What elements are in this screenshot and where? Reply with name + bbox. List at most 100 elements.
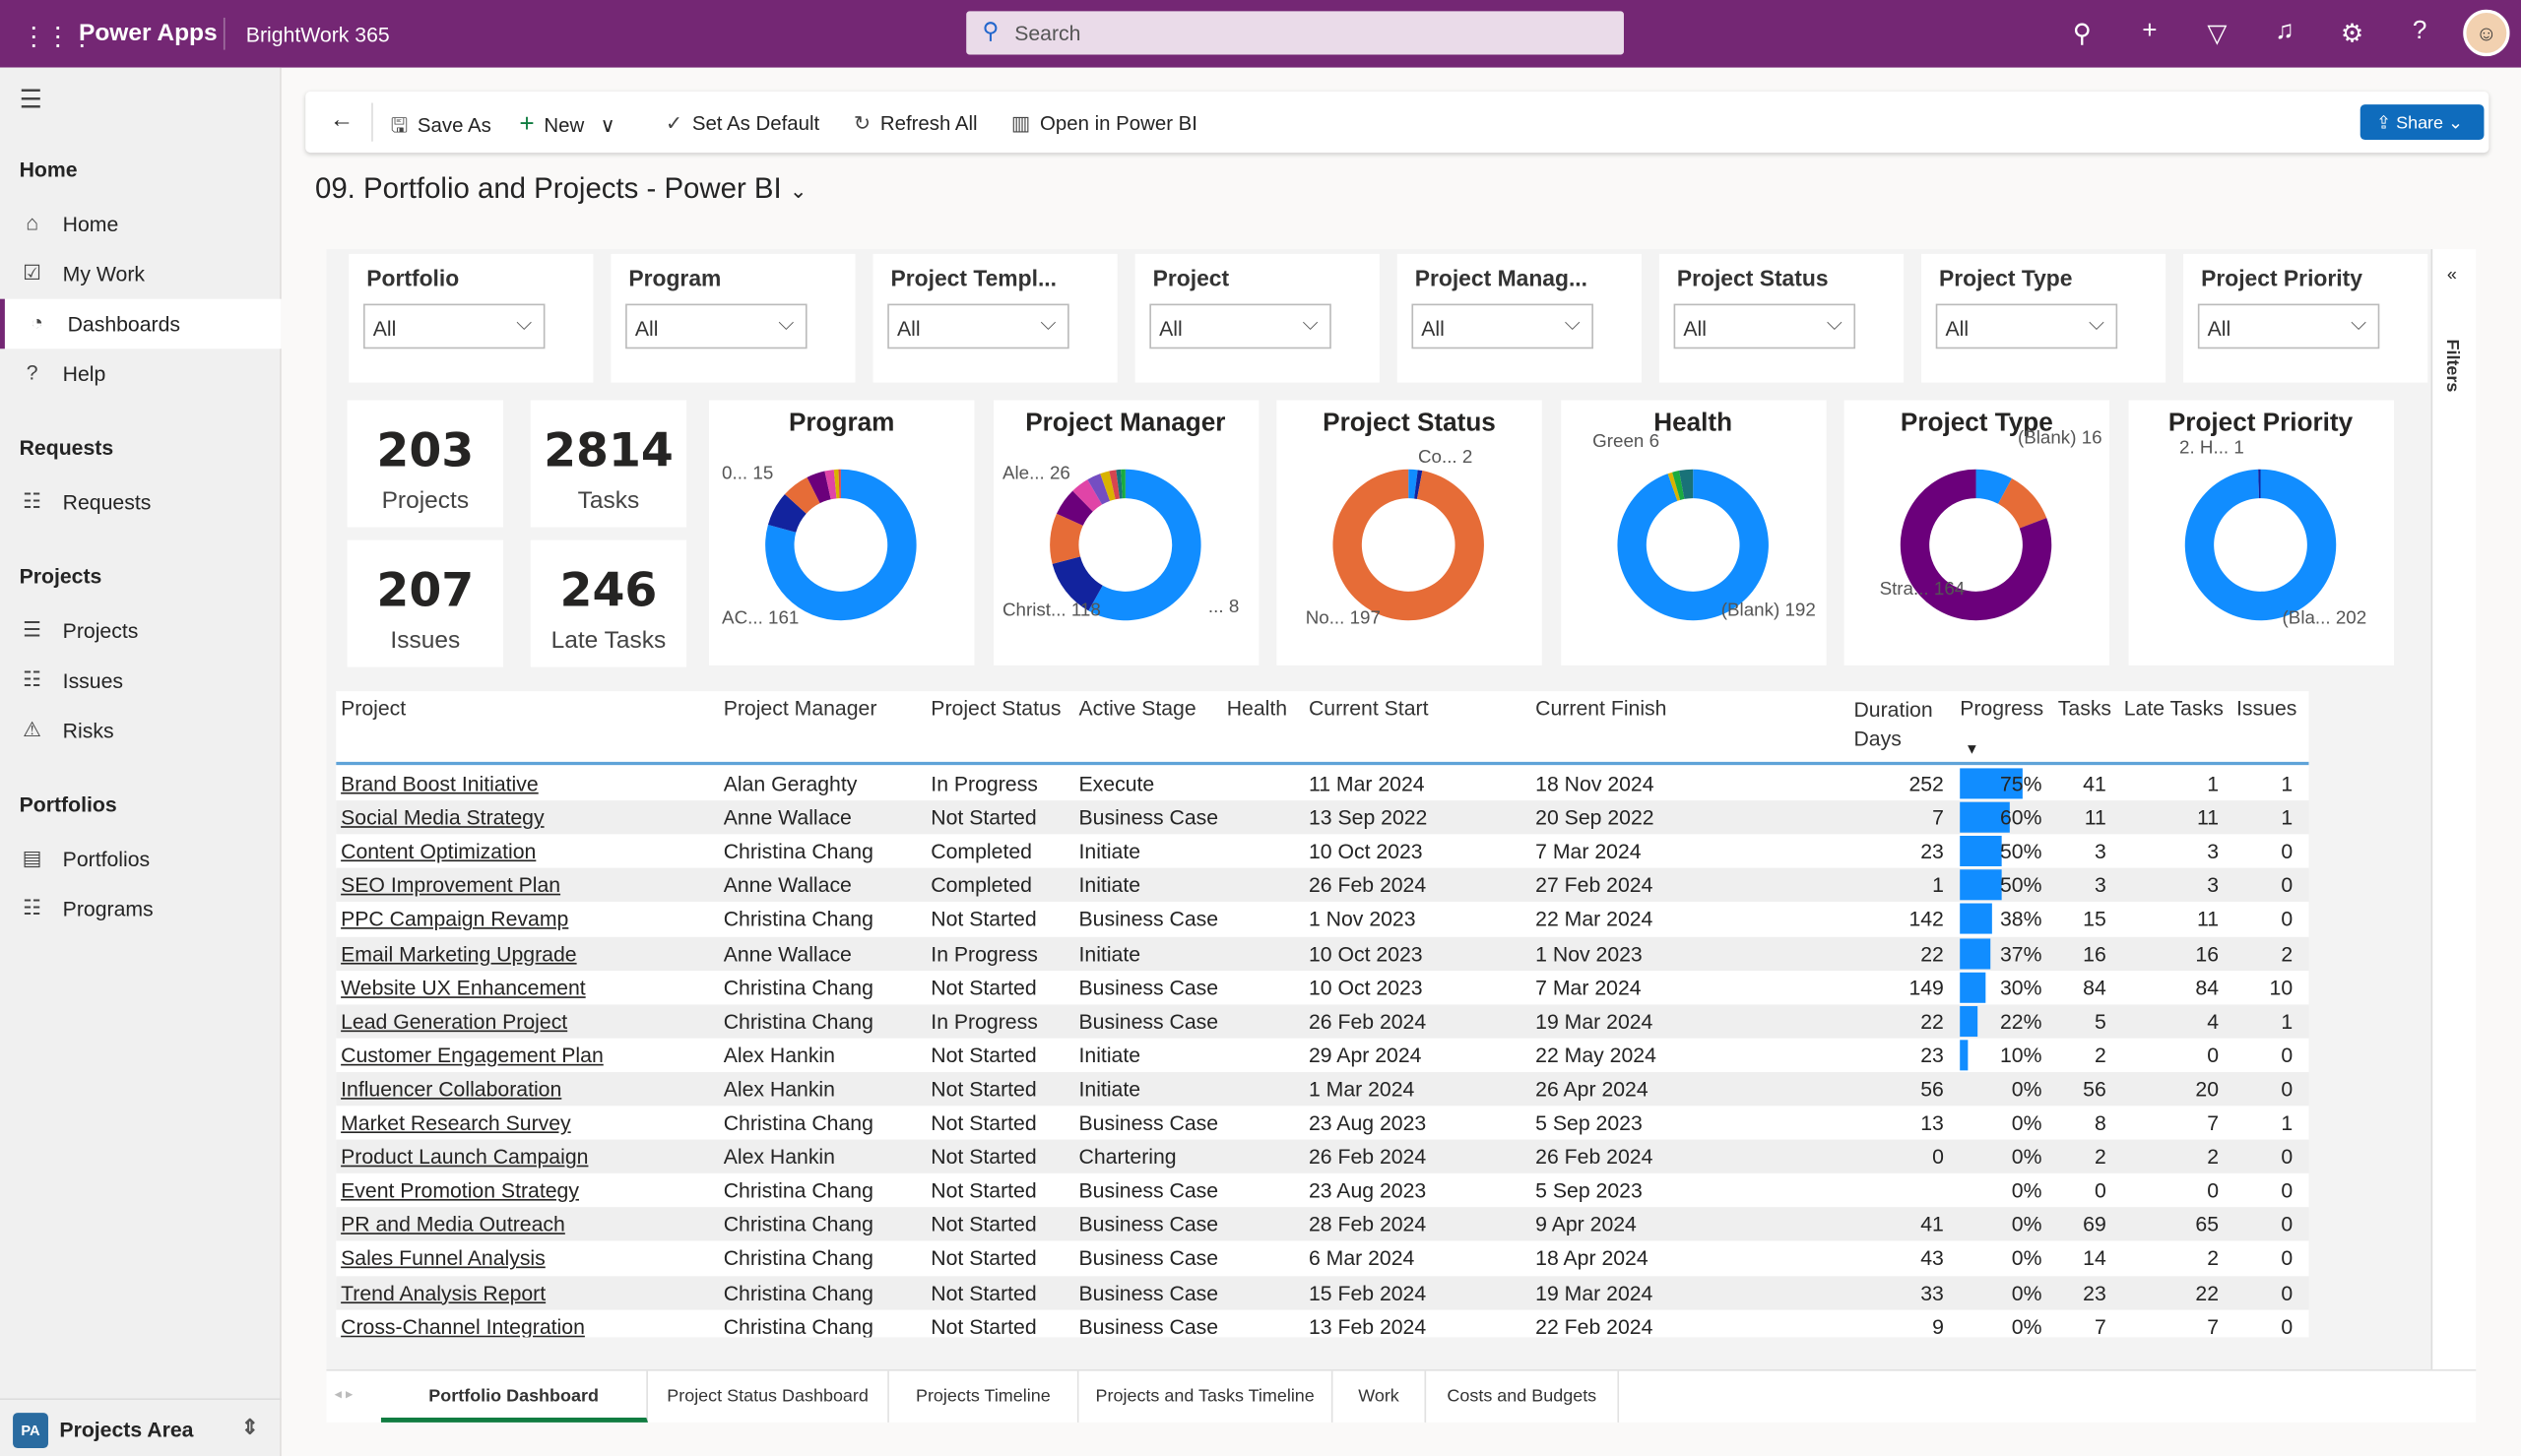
sidebar-item-projects[interactable]: ☰ Projects <box>0 606 282 657</box>
sidebar-item-my-work[interactable]: ☑ My Work <box>0 249 282 299</box>
slicer-dropdown[interactable]: All ⌵ <box>625 303 808 349</box>
filter-icon[interactable]: ▽ <box>2201 18 2233 50</box>
table-row[interactable]: PPC Campaign Revamp Christina Chang Not St… <box>336 903 2308 936</box>
project-link[interactable]: PPC Campaign Revamp <box>341 907 568 930</box>
column-header[interactable]: Project <box>341 696 406 720</box>
project-link[interactable]: Market Research Survey <box>341 1110 571 1134</box>
project-link[interactable]: Product Launch Campaign <box>341 1145 588 1169</box>
open-in-power-bi-button[interactable]: ▥ Open in Power BI <box>1011 111 1197 135</box>
slicer-dropdown[interactable]: All ⌵ <box>1411 303 1593 349</box>
tab-work[interactable]: Work <box>1332 1370 1427 1423</box>
slicer-dropdown[interactable]: All ⌵ <box>1149 303 1331 349</box>
top-bar: ⋮⋮⋮ Power Apps BrightWork 365 ⚲ Search ⚲ … <box>0 0 2521 68</box>
project-link[interactable]: Sales Funnel Analysis <box>341 1246 546 1270</box>
table-row[interactable]: Influencer Collaboration Alex Hankin Not S… <box>336 1071 2309 1107</box>
table-row[interactable]: Sales Funnel Analysis Christina Chang Not … <box>336 1241 2308 1275</box>
table-row[interactable]: Lead Generation Project Christina Chang In… <box>336 1003 2309 1039</box>
column-header[interactable]: Late Tasks <box>2124 696 2224 720</box>
project-link[interactable]: SEO Improvement Plan <box>341 873 560 897</box>
sidebar-item-help[interactable]: ? Help <box>0 348 282 399</box>
column-header[interactable]: Progress <box>1960 696 2043 720</box>
plus-icon[interactable]: + <box>2134 18 2166 46</box>
column-header[interactable]: Project Manager <box>724 696 877 720</box>
tab-projects-and-tasks-timeline[interactable]: Projects and Tasks Timeline <box>1079 1370 1333 1423</box>
project-link[interactable]: Influencer Collaboration <box>341 1077 561 1101</box>
column-header[interactable]: Current Finish <box>1535 696 1666 720</box>
tab-projects-timeline[interactable]: Projects Timeline <box>889 1370 1079 1423</box>
sidebar-item-requests[interactable]: ☷ Requests <box>0 477 282 528</box>
table-row[interactable]: Market Research Survey Christina Chang Not… <box>336 1106 2308 1139</box>
set-as-default-button[interactable]: ✓ Set As Default <box>666 111 819 135</box>
project-link[interactable]: Content Optimization <box>341 840 536 863</box>
sidebar-item-issues[interactable]: ☷ Issues <box>0 656 282 706</box>
filters-pane[interactable]: « Filters <box>2430 249 2477 1370</box>
project-link[interactable]: PR and Media Outreach <box>341 1213 565 1236</box>
collapse-icon[interactable]: « <box>2447 265 2457 285</box>
project-link[interactable]: Cross-Channel Integration <box>341 1314 585 1338</box>
tab-scroll-left-icon[interactable]: ◂ ▸ <box>335 1385 354 1403</box>
table-row[interactable]: Content Optimization Christina Chang Compl… <box>336 835 2308 868</box>
table-row[interactable]: Trend Analysis Report Christina Chang Not … <box>336 1275 2309 1309</box>
tab-portfolio-dashboard[interactable]: Portfolio Dashboard <box>380 1370 648 1423</box>
project-link[interactable]: Brand Boost Initiative <box>341 772 539 795</box>
table-row[interactable]: Cross-Channel Integration Christina Chang… <box>336 1309 2308 1338</box>
area-switcher[interactable]: PA Projects Area ⇕ <box>0 1398 282 1456</box>
sidebar-item-risks[interactable]: ⚠ Risks <box>0 706 282 756</box>
help-icon[interactable]: ? <box>2404 18 2436 46</box>
project-link[interactable]: Website UX Enhancement <box>341 975 586 998</box>
column-header[interactable]: Tasks <box>2058 696 2111 720</box>
progress: 50% <box>1999 839 2042 864</box>
new-button[interactable]: + New ∨ <box>519 111 614 140</box>
app-name[interactable]: Power Apps <box>79 20 218 47</box>
column-header[interactable]: Health <box>1227 696 1287 720</box>
sort-descending-icon[interactable]: ▼ <box>1965 741 1979 757</box>
project-link[interactable]: Social Media Strategy <box>341 805 544 829</box>
table-row[interactable]: Website UX Enhancement Christina Chang Not… <box>336 970 2308 1003</box>
column-header[interactable]: Issues <box>2236 696 2296 720</box>
save-as-button[interactable]: 🖫 Save As <box>391 111 491 145</box>
search-input[interactable]: ⚲ Search <box>966 11 1624 55</box>
project-link[interactable]: Email Marketing Upgrade <box>341 941 576 965</box>
share-button[interactable]: ⇪ Share ⌄ <box>2359 104 2485 141</box>
slicer-dropdown[interactable]: All ⌵ <box>362 303 546 349</box>
table-row[interactable]: Brand Boost Initiative Alan Geraghty In Pr… <box>336 767 2308 800</box>
chevron-down-icon[interactable]: ∨ <box>601 114 615 137</box>
project-link[interactable]: Trend Analysis Report <box>341 1280 546 1303</box>
slicer-6: Project Type All ⌵ <box>1921 253 2166 383</box>
table-row[interactable]: Social Media Strategy Anne Wallace Not Sta… <box>336 800 2309 835</box>
refresh-all-button[interactable]: ↻ Refresh All <box>854 111 978 135</box>
column-header[interactable]: Active Stage <box>1079 696 1196 720</box>
tab-project-status-dashboard[interactable]: Project Status Dashboard <box>648 1370 889 1423</box>
table-row[interactable]: Email Marketing Upgrade Anne Wallace In Pr… <box>336 936 2309 971</box>
slicer-dropdown[interactable]: All ⌵ <box>2197 303 2380 349</box>
project-link[interactable]: Lead Generation Project <box>341 1009 567 1033</box>
table-row[interactable]: PR and Media Outreach Christina Chang Not … <box>336 1207 2309 1241</box>
tab-costs-and-budgets[interactable]: Costs and Budgets <box>1426 1370 1620 1423</box>
column-header[interactable]: Current Start <box>1309 696 1429 720</box>
donut-slice[interactable] <box>2183 469 2336 621</box>
chevron-down-icon[interactable]: ⌄ <box>790 178 808 202</box>
column-header[interactable]: Project Status <box>931 696 1061 720</box>
search-icon[interactable]: ⚲ <box>2066 18 2099 50</box>
slicer-dropdown[interactable]: All ⌵ <box>1673 303 1856 349</box>
back-icon[interactable]: ← <box>330 106 354 134</box>
sidebar-item-dashboards[interactable]: ◔ Dashboards <box>0 298 282 349</box>
sidebar-item-portfolios[interactable]: ▤ Portfolios <box>0 834 282 884</box>
hamburger-icon[interactable]: ☰ <box>20 84 42 116</box>
table-row[interactable]: Event Promotion Strategy Christina Chang N… <box>336 1173 2308 1207</box>
slicer-dropdown[interactable]: All ⌵ <box>887 303 1069 349</box>
table-row[interactable]: Product Launch Campaign Alex Hankin Not St… <box>336 1139 2309 1173</box>
bell-icon[interactable]: ♫ <box>2269 18 2301 46</box>
project-link[interactable]: Customer Engagement Plan <box>341 1043 604 1066</box>
avatar[interactable]: ☺ <box>2463 9 2510 57</box>
sidebar-item-home[interactable]: ⌂ Home <box>0 199 282 249</box>
gear-icon[interactable]: ⚙ <box>2336 18 2368 50</box>
page-title[interactable]: 09. Portfolio and Projects - Power BI ⌄ <box>315 172 808 206</box>
sidebar-item-programs[interactable]: ☷ Programs <box>0 884 282 934</box>
table-row[interactable]: SEO Improvement Plan Anne Wallace Complete… <box>336 868 2309 903</box>
table-row[interactable]: Customer Engagement Plan Alex Hankin Not S… <box>336 1038 2308 1071</box>
donut-slice[interactable] <box>1616 469 1769 621</box>
slicer-dropdown[interactable]: All ⌵ <box>1935 303 2118 349</box>
column-header[interactable]: Duration Days <box>1853 696 1950 754</box>
project-link[interactable]: Event Promotion Strategy <box>341 1178 579 1202</box>
